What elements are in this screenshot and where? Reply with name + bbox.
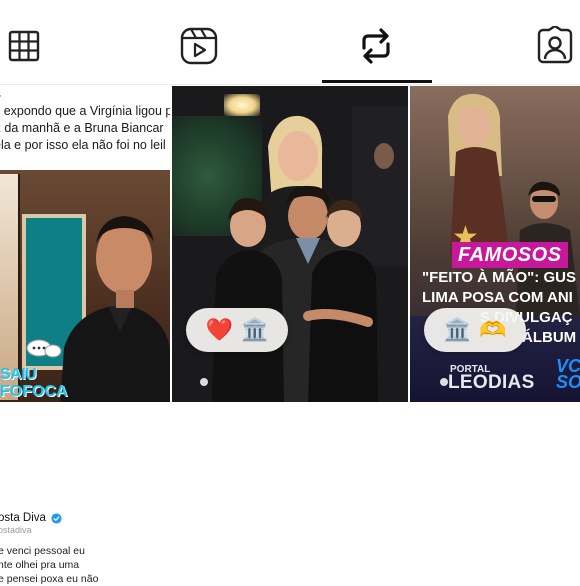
tweet-line: s expondo que a Virgínia ligou p [0, 104, 170, 118]
tagged-icon [535, 26, 575, 66]
reaction-pill[interactable]: ❤️ 🏛️ [186, 308, 288, 352]
verified-badge-icon [51, 513, 62, 524]
family-photo [212, 106, 408, 402]
grid-post-1[interactable]: s s expondo que a Virgínia ligou p 2 da … [0, 86, 170, 402]
logo-line: FOFOCA [0, 383, 68, 400]
grid-post-4[interactable]: osta Diva ostadiva e venci pessoal eu nt… [0, 404, 580, 585]
profile-tab-bar [0, 0, 580, 86]
saiu-fofoca-logo: SAIU FOFOCA [0, 356, 70, 402]
carousel-dot [440, 378, 448, 386]
tab-tagged[interactable] [531, 22, 579, 70]
active-tab-indicator [322, 80, 432, 83]
classical-building-icon: 🏛️ [443, 317, 471, 342]
carousel-dot [200, 378, 208, 386]
heart-reaction-icon: ❤️ [205, 317, 233, 342]
reposts-icon [356, 26, 396, 66]
tab-divider [0, 84, 580, 85]
grid-post-2[interactable]: ❤️ 🏛️ [172, 86, 408, 402]
author-handle: ostadiva [0, 525, 32, 535]
heart-hands-icon: 🫶 [479, 317, 507, 342]
reaction-pill[interactable]: 🏛️ 🫶 [424, 308, 526, 352]
tweet-text: s s expondo que a Virgínia ligou p 2 da … [0, 86, 170, 154]
post-line: e venci pessoal eu [0, 545, 85, 557]
logo-line: SAIU [0, 366, 37, 383]
author-name: osta Diva [0, 512, 46, 524]
side-text: VC SO [556, 356, 580, 392]
headline-line: "FEITO À MÃO": GUS [422, 269, 576, 286]
classical-building-icon: 🏛️ [241, 317, 269, 342]
headline-line: LIMA POSA COM ANI [422, 289, 573, 306]
grid-post-3[interactable]: ★ FAMOSOS "FEITO À MÃO": GUS LIMA POSA C… [410, 86, 580, 402]
tab-reposts[interactable] [352, 22, 400, 70]
tweet-line: s [0, 86, 170, 103]
tweet-line: ela e por isso ela não foi no leil [0, 138, 166, 152]
portal-leodias-logo: LEODIAS [448, 372, 535, 393]
presenter-image [60, 216, 170, 402]
reels-icon [179, 26, 219, 66]
category-banner: FAMOSOS [452, 242, 568, 268]
post-line: e pensei poxa eu não [0, 573, 99, 585]
post-line: nte olhei pra uma [0, 559, 80, 571]
tweet-line: 2 da manhã e a Bruna Biancar [0, 121, 164, 135]
tab-grid[interactable] [0, 22, 48, 70]
grid-icon [6, 28, 42, 64]
tab-reels[interactable] [175, 22, 223, 70]
